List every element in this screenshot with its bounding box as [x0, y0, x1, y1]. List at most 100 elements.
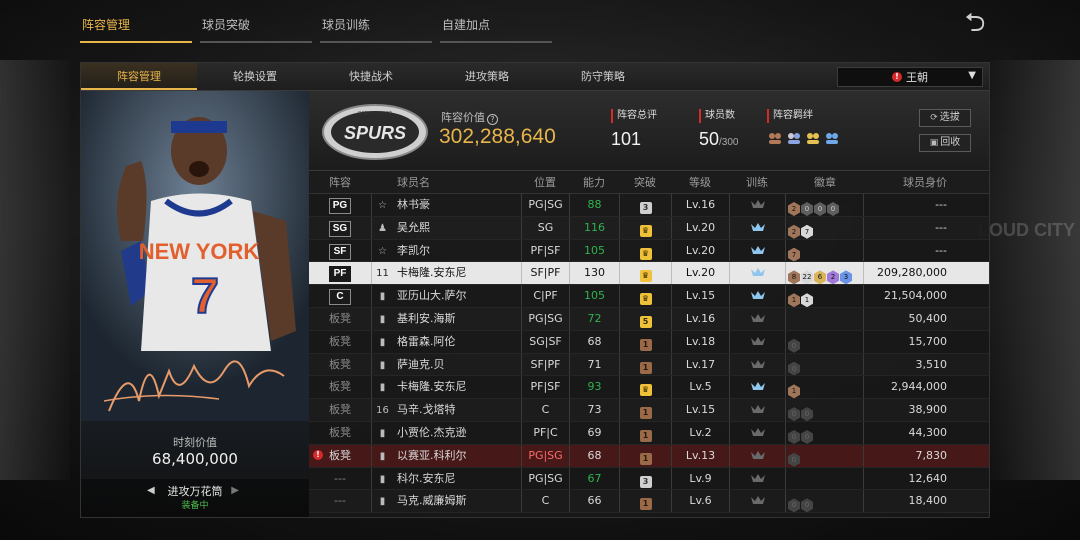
slot-cell[interactable]: 板凳 — [309, 376, 371, 398]
badge-hex[interactable]: 22 — [801, 270, 813, 285]
player-name[interactable]: 林书豪 — [393, 194, 521, 216]
slot-cell[interactable]: PF — [309, 262, 371, 284]
slot-cell[interactable]: ! 板凳 — [309, 445, 371, 467]
col-header-training[interactable]: 训练 — [729, 172, 785, 193]
badges-cell[interactable]: 00 — [785, 490, 863, 513]
col-header-badges[interactable]: 徽章 — [785, 172, 863, 193]
breakthrough-cell[interactable]: 3 — [619, 194, 671, 216]
training-cell[interactable] — [729, 421, 785, 444]
chevron-right-icon[interactable]: ▶ — [231, 485, 239, 496]
bond-bronze-icon[interactable] — [767, 131, 783, 145]
badges-cell[interactable]: 0 — [785, 330, 863, 353]
col-header-ability[interactable]: 能力 — [569, 172, 619, 193]
training-crown-icon[interactable] — [750, 290, 766, 300]
subtab-offense[interactable]: 进攻策略 — [429, 63, 545, 90]
player-name[interactable]: 卡梅隆.安东尼 — [393, 376, 521, 398]
table-row[interactable]: 板凳 ▮ 基利安.海斯 PG|SG 72 5 Lv.16 50,400 — [309, 307, 989, 331]
breakthrough-cell[interactable]: ♛ — [619, 285, 671, 307]
table-row[interactable]: 板凳 ▮ 卡梅隆.安东尼 PF|SF 93 ♛ Lv.5 1 2,944,000 — [309, 376, 989, 400]
player-name[interactable]: 科尔.安东尼 — [393, 468, 521, 490]
bond-gold-icon[interactable] — [805, 131, 821, 145]
badges-cell[interactable] — [785, 467, 863, 490]
player-name[interactable]: 卡梅隆.安东尼 — [393, 262, 521, 284]
training-crown-icon[interactable] — [750, 381, 766, 391]
player-name[interactable]: 格雷森.阿伦 — [393, 331, 521, 353]
training-cell[interactable] — [729, 285, 785, 307]
help-icon[interactable]: ? — [487, 114, 498, 125]
badges-cell[interactable]: 11 — [785, 285, 863, 307]
training-empty-icon[interactable] — [750, 450, 766, 460]
training-cell[interactable] — [729, 444, 785, 467]
training-empty-icon[interactable] — [750, 359, 766, 369]
tab-player-training[interactable]: 球员训练 — [320, 12, 432, 43]
table-row[interactable]: PG ☆ 林书豪 PG|SG 88 3 Lv.16 2000 --- — [309, 194, 989, 217]
player-name[interactable]: 以赛亚.科利尔 — [393, 445, 521, 467]
training-cell[interactable] — [729, 353, 785, 376]
badges-cell[interactable]: 00 — [785, 421, 863, 444]
badge-hex[interactable]: 0 — [801, 498, 813, 513]
training-empty-icon[interactable] — [750, 404, 766, 414]
breakthrough-cell[interactable]: 1 — [619, 353, 671, 376]
badge-hex[interactable]: 0 — [788, 498, 800, 513]
training-empty-icon[interactable] — [750, 495, 766, 505]
breakthrough-cell[interactable]: ♛ — [619, 239, 671, 262]
badge-hex[interactable]: 0 — [827, 202, 839, 216]
badges-cell[interactable]: 1 — [785, 376, 863, 399]
recycle-button[interactable]: ▣ 回收 — [919, 134, 971, 152]
player-name[interactable]: 亚历山大.萨尔 — [393, 285, 521, 307]
slot-cell[interactable]: --- — [309, 468, 371, 490]
badge-hex[interactable]: 0 — [814, 202, 826, 216]
badges-cell[interactable]: 27 — [785, 216, 863, 239]
training-cell[interactable] — [729, 194, 785, 216]
training-cell[interactable] — [729, 262, 785, 285]
player-name[interactable]: 马辛.戈塔特 — [393, 399, 521, 421]
breakthrough-cell[interactable]: 1 — [619, 421, 671, 444]
slot-cell[interactable]: 板凳 — [309, 422, 371, 444]
training-cell[interactable] — [729, 216, 785, 239]
player-name[interactable]: 吴允熙 — [393, 217, 521, 239]
slot-cell[interactable]: 板凳 — [309, 399, 371, 421]
training-cell[interactable] — [729, 239, 785, 262]
breakthrough-cell[interactable]: 3 — [619, 467, 671, 490]
badge-hex[interactable]: 0 — [788, 429, 800, 444]
training-empty-icon[interactable] — [750, 313, 766, 323]
slot-cell[interactable]: SG — [309, 217, 371, 239]
badges-cell[interactable]: 8 22 6 2 3 — [785, 262, 863, 285]
training-cell[interactable] — [729, 467, 785, 490]
table-row[interactable]: --- ▮ 马克.威廉姆斯 C 66 1 Lv.6 00 18,400 — [309, 490, 989, 514]
col-header-player-value[interactable]: 球员身价 — [863, 172, 959, 193]
training-cell[interactable] — [729, 490, 785, 513]
col-header-position[interactable]: 位置 — [521, 172, 569, 193]
badge-hex[interactable]: 2 — [788, 224, 800, 239]
badges-cell[interactable]: 0 — [785, 444, 863, 467]
training-empty-icon[interactable] — [750, 473, 766, 483]
slot-cell[interactable]: C — [309, 285, 371, 307]
breakthrough-cell[interactable]: ♛ — [619, 262, 671, 285]
badge-hex[interactable]: 1 — [788, 384, 800, 399]
badge-hex[interactable]: 0 — [801, 202, 813, 216]
training-cell[interactable] — [729, 307, 785, 330]
player-name[interactable]: 马克.威廉姆斯 — [393, 490, 521, 512]
player-name[interactable]: 小贾伦.杰克逊 — [393, 422, 521, 444]
training-empty-icon[interactable] — [750, 427, 766, 437]
player-name[interactable]: 萨迪克.贝 — [393, 354, 521, 376]
badge-hex[interactable]: 1 — [788, 293, 800, 307]
player-name[interactable]: 基利安.海斯 — [393, 308, 521, 330]
badge-hex[interactable]: 0 — [788, 452, 800, 467]
col-header-level[interactable]: 等级 — [671, 172, 729, 193]
table-row[interactable]: PF 11 卡梅隆.安东尼 SF|PF 130 ♛ Lv.20 8 22 6 2 3 2… — [309, 262, 989, 286]
subtab-roster[interactable]: 阵容管理 — [81, 63, 197, 90]
team-selector-dropdown[interactable]: ! 王朝 ▼ — [837, 67, 983, 87]
training-crown-icon[interactable] — [750, 245, 766, 255]
subtab-rotation[interactable]: 轮换设置 — [197, 63, 313, 90]
table-row[interactable]: 板凳 ▮ 萨迪克.贝 SF|PF 71 1 Lv.17 0 3,510 — [309, 353, 989, 377]
breakthrough-cell[interactable]: 1 — [619, 330, 671, 353]
badge-hex[interactable]: 0 — [788, 407, 800, 421]
bond-blue-icon[interactable] — [824, 131, 840, 145]
player-name[interactable]: 李凯尔 — [393, 240, 521, 262]
badge-hex[interactable]: 6 — [814, 270, 826, 285]
badge-hex[interactable]: 3 — [840, 270, 852, 285]
breakthrough-cell[interactable]: 5 — [619, 307, 671, 330]
tab-custom-points[interactable]: 自建加点 — [440, 12, 552, 43]
badge-hex[interactable]: 7 — [788, 247, 800, 262]
